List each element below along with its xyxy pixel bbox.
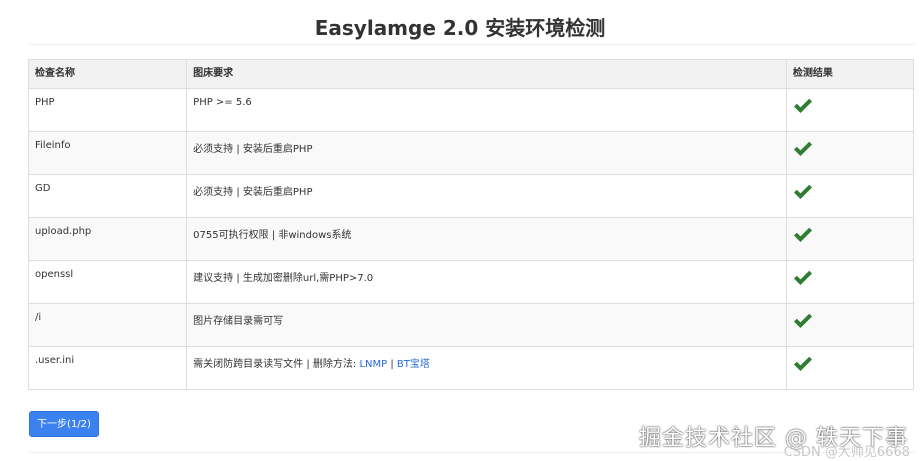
check-icon <box>793 227 812 242</box>
check-icon <box>793 141 812 156</box>
row-name: Fileinfo <box>27 131 188 175</box>
check-icon <box>793 98 812 113</box>
bt-panel-link[interactable]: BT宝塔 <box>397 359 430 370</box>
check-icon <box>793 270 812 285</box>
next-step-button[interactable]: 下一步(1/2) <box>29 411 99 437</box>
row-result <box>786 260 915 304</box>
page-title: Easylamge 2.0 安装环境检测 <box>314 16 606 40</box>
table-row: GD 必须支持 | 安装后重启PHP <box>27 174 915 218</box>
row-name: upload.php <box>27 217 188 261</box>
table-row: Fileinfo 必须支持 | 安装后重启PHP <box>27 131 915 175</box>
row-result <box>786 303 915 347</box>
table-row: .user.ini 需关闭防跨目录读写文件 | 删除方法: LNMP | BT宝… <box>27 346 915 390</box>
table-row: openssl 建议支持 | 生成加密删除url,需PHP>7.0 <box>27 260 915 304</box>
row-result <box>786 217 915 261</box>
row-name: GD <box>27 174 188 218</box>
table-row: /i 图片存储目录需可写 <box>27 303 915 347</box>
row-requirement: 需关闭防跨目录读写文件 | 删除方法: LNMP | BT宝塔 <box>186 346 787 390</box>
watermark-subtext: CSDN @大帅见6668 <box>783 445 910 460</box>
table-header-row: 检查名称 图床要求 检测结果 <box>27 59 915 89</box>
row-name: PHP <box>27 88 188 132</box>
row-requirement: 必须支持 | 安装后重启PHP <box>186 174 787 218</box>
row-requirement: 0755可执行权限 | 非windows系统 <box>186 217 787 261</box>
header-result: 检测结果 <box>785 59 915 89</box>
table-row: upload.php 0755可执行权限 | 非windows系统 <box>27 217 915 261</box>
check-icon <box>793 184 812 199</box>
header-name: 检查名称 <box>27 59 188 89</box>
row-result <box>786 131 915 175</box>
requirement-text: 需关闭防跨目录读写文件 | 删除方法: <box>193 359 360 370</box>
row-result <box>786 174 915 218</box>
row-requirement: 必须支持 | 安装后重启PHP <box>186 131 787 175</box>
environment-check-table: 检查名称 图床要求 检测结果 PHP PHP >= 5.6 Fileinfo 必… <box>27 59 915 390</box>
row-requirement: PHP >= 5.6 <box>186 88 787 132</box>
check-icon <box>793 356 812 371</box>
title-divider <box>30 44 915 45</box>
row-requirement: 图片存储目录需可写 <box>186 303 787 347</box>
row-requirement: 建议支持 | 生成加密删除url,需PHP>7.0 <box>186 260 787 304</box>
header-requirement: 图床要求 <box>186 59 787 89</box>
row-name: .user.ini <box>27 346 188 390</box>
check-icon <box>793 313 812 328</box>
lnmp-link[interactable]: LNMP <box>359 359 387 370</box>
row-name: openssl <box>27 260 188 304</box>
row-result <box>786 88 915 132</box>
row-result <box>786 346 915 390</box>
row-name: /i <box>27 303 188 347</box>
install-check-page: Easylamge 2.0 安装环境检测 检查名称 图床要求 检测结果 PHP … <box>0 0 920 461</box>
link-separator: | <box>387 359 397 370</box>
table-row: PHP PHP >= 5.6 <box>27 88 915 132</box>
bottom-divider <box>30 452 915 453</box>
